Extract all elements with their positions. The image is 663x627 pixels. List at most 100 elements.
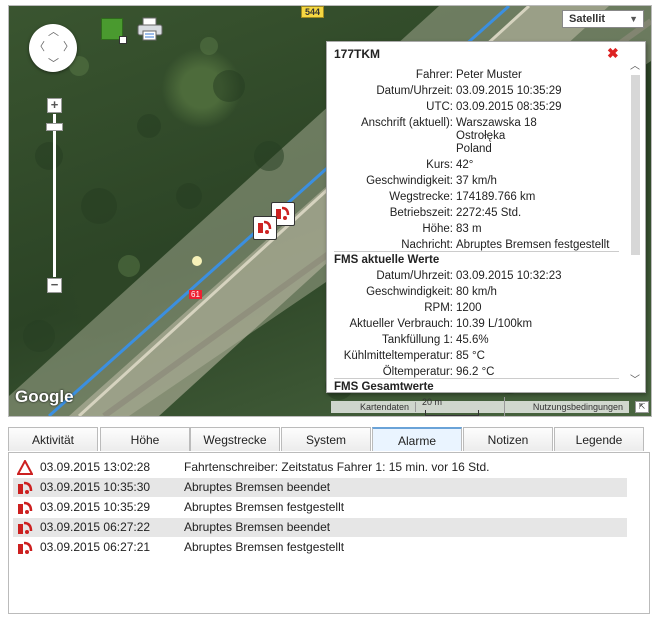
info-value: 10.39 L/100km [456, 318, 533, 330]
alarm-row[interactable]: 03.09.2015 06:27:21 Abruptes Bremsen fest… [13, 538, 627, 557]
info-label: Öltemperatur: [382, 366, 453, 378]
info-label: Aktueller Verbrauch: [349, 318, 453, 330]
bottom-tab-bar: Aktivität Höhe Wegstrecke System Alarme Notiz… [8, 427, 650, 453]
scroll-up-icon[interactable]: ︿ [630, 57, 640, 72]
zoom-in-icon[interactable]: + [47, 98, 62, 113]
map-type-value: Satellit [569, 13, 606, 25]
tab-notizen[interactable]: Notizen [463, 427, 553, 451]
harsh-braking-icon [17, 520, 33, 535]
zoom-slider-handle[interactable] [46, 123, 63, 131]
fullscreen-icon[interactable]: ⇱ [635, 401, 649, 413]
map-type-select[interactable]: Satellit ▼ [562, 10, 644, 28]
info-value: 03.09.2015 08:35:29 [456, 101, 562, 113]
zoom-slider-track[interactable] [53, 114, 56, 277]
map-scale-label: 20 m [422, 397, 443, 407]
info-label: Tankfüllung 1: [382, 334, 453, 346]
pan-control-icon[interactable]: ︿ ﹀ 〈 〉 [29, 24, 77, 72]
terms-link[interactable]: Nutzungsbedingungen [505, 402, 629, 412]
road-number-label: 544 [301, 6, 325, 18]
vehicle-info-window: 177TKM ✖ Fahrer: Peter Muster Datum/Uhrzei… [326, 41, 646, 393]
pan-down-icon[interactable]: ﹀ [48, 59, 59, 70]
info-label: Geschwindigkeit: [366, 286, 453, 298]
section-title-fms-total: FMS Gesamtwerte [334, 378, 619, 392]
info-window-scrollbar[interactable]: ︿ ﹀ [629, 57, 642, 387]
pan-right-icon[interactable]: 〉 [63, 42, 74, 53]
tab-system[interactable]: System [281, 427, 371, 451]
section-title-fms-current: FMS aktuelle Werte [334, 251, 619, 266]
info-label: Anschrift (aktuell): [360, 117, 453, 129]
printer-icon[interactable] [137, 17, 163, 41]
alarm-message: Abruptes Bremsen festgestellt [184, 540, 345, 554]
alarm-time: 03.09.2015 10:35:30 [40, 480, 151, 494]
map-scale: 20 m [416, 397, 505, 416]
zoom-out-icon[interactable]: − [47, 278, 62, 293]
alarm-row[interactable]: 03.09.2015 10:35:29 Abruptes Bremsen fest… [13, 498, 627, 517]
warning-triangle-icon [16, 458, 34, 475]
tab-h-he[interactable]: Höhe [100, 427, 190, 451]
alarm-message: Abruptes Bremsen festgestellt [184, 500, 345, 514]
alarm-message: Fahrtenschreiber: Zeitstatus Fahrer 1: 1… [184, 460, 490, 474]
info-value-line: Poland [456, 143, 492, 155]
info-value: 1200 [456, 302, 482, 314]
info-value: Abruptes Bremsen festgestellt [456, 239, 610, 251]
info-value-line: Ostrołęka [456, 130, 506, 142]
alarms-panel: 03.09.2015 13:02:28 Fahrtenschreiber: Zei… [8, 452, 650, 614]
tab-alarme[interactable]: Alarme [372, 427, 462, 451]
info-label: Fahrer: [415, 69, 453, 81]
pan-up-icon[interactable]: ︿ [48, 27, 59, 38]
scroll-down-icon[interactable]: ﹀ [630, 371, 640, 386]
scrollbar-thumb[interactable] [631, 75, 640, 255]
info-label: Kurs: [426, 159, 453, 171]
alarm-row[interactable]: 03.09.2015 13:02:28 Fahrtenschreiber: Zei… [13, 458, 627, 477]
map-view[interactable]: 544 61 Satellit ▼ ︿ ﹀ 〈 〉 + − Google Kar… [8, 5, 652, 417]
chevron-down-icon: ▼ [629, 14, 638, 24]
alarm-row[interactable]: 03.09.2015 10:35:30 Abruptes Bremsen been… [13, 478, 627, 497]
info-value: 37 km/h [456, 175, 497, 187]
info-value: 45.6% [456, 334, 489, 346]
google-logo: Google [15, 387, 74, 406]
alarm-message: Abruptes Bremsen beendet [184, 480, 331, 494]
alarm-time: 03.09.2015 13:02:28 [40, 460, 151, 474]
info-label: UTC: [426, 101, 453, 113]
map-data-link[interactable]: Kartendaten [331, 402, 416, 412]
info-value: Peter Muster [456, 69, 522, 81]
info-value: 83 m [456, 223, 482, 235]
info-value: 03.09.2015 10:32:23 [456, 270, 562, 282]
info-value: 80 km/h [456, 286, 497, 298]
harsh-braking-marker-icon[interactable] [253, 216, 277, 240]
alarm-time: 03.09.2015 06:27:21 [40, 540, 151, 554]
alarm-message: Abruptes Bremsen beendet [184, 520, 331, 534]
pan-left-icon[interactable]: 〈 [34, 42, 45, 53]
info-value: 03.09.2015 10:35:29 [456, 85, 562, 97]
road-number-label-2: 61 [189, 290, 202, 299]
map-attribution-bar: Kartendaten 20 m Nutzungsbedingungen [331, 397, 629, 416]
info-label: Datum/Uhrzeit: [376, 85, 453, 97]
harsh-braking-icon [17, 540, 33, 555]
info-label: RPM: [424, 302, 453, 314]
tab-aktivit-t[interactable]: Aktivität [8, 427, 98, 451]
tab-legende[interactable]: Legende [554, 427, 644, 451]
info-label: Datum/Uhrzeit: [376, 270, 453, 282]
alarm-time: 03.09.2015 06:27:22 [40, 520, 151, 534]
alarm-row[interactable]: 03.09.2015 06:27:22 Abruptes Bremsen been… [13, 518, 627, 537]
info-label: Betriebszeit: [389, 207, 453, 219]
info-value: 42° [456, 159, 474, 171]
alarm-time: 03.09.2015 10:35:29 [40, 500, 151, 514]
color-square-icon[interactable] [101, 18, 127, 44]
info-window-title: 177TKM [334, 47, 381, 61]
info-label: Geschwindigkeit: [366, 175, 453, 187]
info-value: 174189.766 km [456, 191, 536, 203]
harsh-braking-icon [17, 480, 33, 495]
info-value: 85 °C [456, 350, 485, 362]
info-value: 96.2 °C [456, 366, 495, 378]
info-label: Wegstrecke: [389, 191, 453, 203]
info-label: Kühlmitteltemperatur: [343, 350, 453, 362]
tab-wegstrecke[interactable]: Wegstrecke [190, 427, 280, 451]
info-value: 2272:45 Std. [456, 207, 522, 219]
close-icon[interactable]: ✖ [607, 45, 619, 62]
info-label: Höhe: [422, 223, 453, 235]
scale-bar [425, 409, 479, 416]
info-label: Nachricht: [401, 239, 453, 251]
harsh-braking-icon [17, 500, 33, 515]
info-value: Warszawska 18 [456, 117, 537, 129]
